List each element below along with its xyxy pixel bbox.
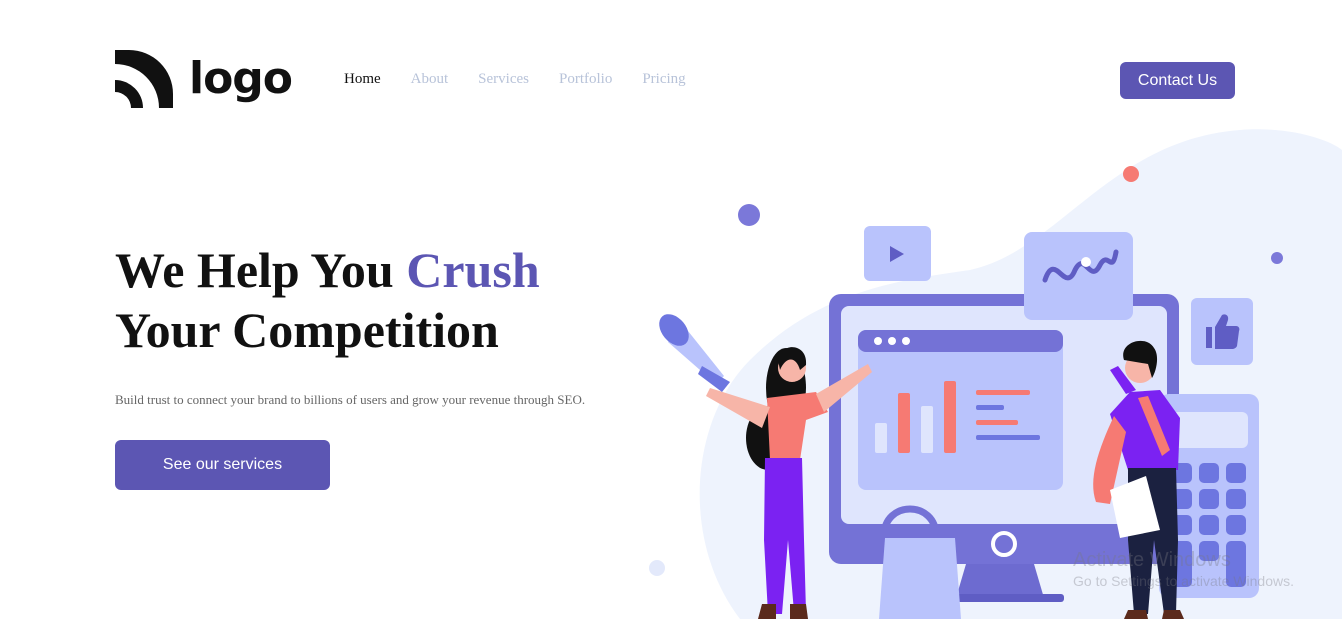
- nav-portfolio[interactable]: Portfolio: [559, 71, 612, 88]
- header: logo Home About Services Portfolio Prici…: [0, 0, 1342, 130]
- chart-window: [858, 330, 1063, 490]
- nav-about[interactable]: About: [411, 71, 449, 88]
- logo-mark-icon: [115, 50, 173, 108]
- hero-title-accent: Crush: [406, 242, 540, 298]
- hero-subtitle: Build trust to connect your brand to bil…: [115, 392, 586, 407]
- logo[interactable]: logo: [115, 50, 293, 108]
- nav-home[interactable]: Home: [344, 71, 381, 88]
- hero-illustration: [649, 129, 1342, 619]
- hero-title: We Help You Crush Your Competition: [115, 240, 675, 360]
- watermark-title: Activate Windows: [1073, 549, 1231, 571]
- contact-us-button[interactable]: Contact Us: [1120, 62, 1235, 99]
- nav-pricing[interactable]: Pricing: [642, 71, 685, 88]
- dot-purple: [738, 204, 760, 226]
- hero-title-part1: We Help You: [115, 242, 407, 298]
- see-services-button[interactable]: See our services: [115, 440, 330, 490]
- watermark-subtitle: Go to Settings to activate Windows.: [1073, 573, 1294, 589]
- main-nav: Home About Services Portfolio Pricing: [344, 71, 716, 88]
- activate-windows-watermark: Activate Windows Go to Settings to activ…: [1073, 548, 1294, 590]
- dot-coral: [1123, 166, 1139, 182]
- logo-text: logo: [189, 53, 293, 104]
- like-card: [1191, 298, 1253, 365]
- play-card: [864, 226, 931, 281]
- megaphone-icon: [659, 314, 730, 392]
- hero-title-part2: Your Competition: [115, 302, 499, 358]
- nav-services[interactable]: Services: [478, 71, 529, 88]
- dot-light: [649, 560, 665, 576]
- analytics-card: [1024, 232, 1133, 320]
- dot-small-purple: [1271, 252, 1283, 264]
